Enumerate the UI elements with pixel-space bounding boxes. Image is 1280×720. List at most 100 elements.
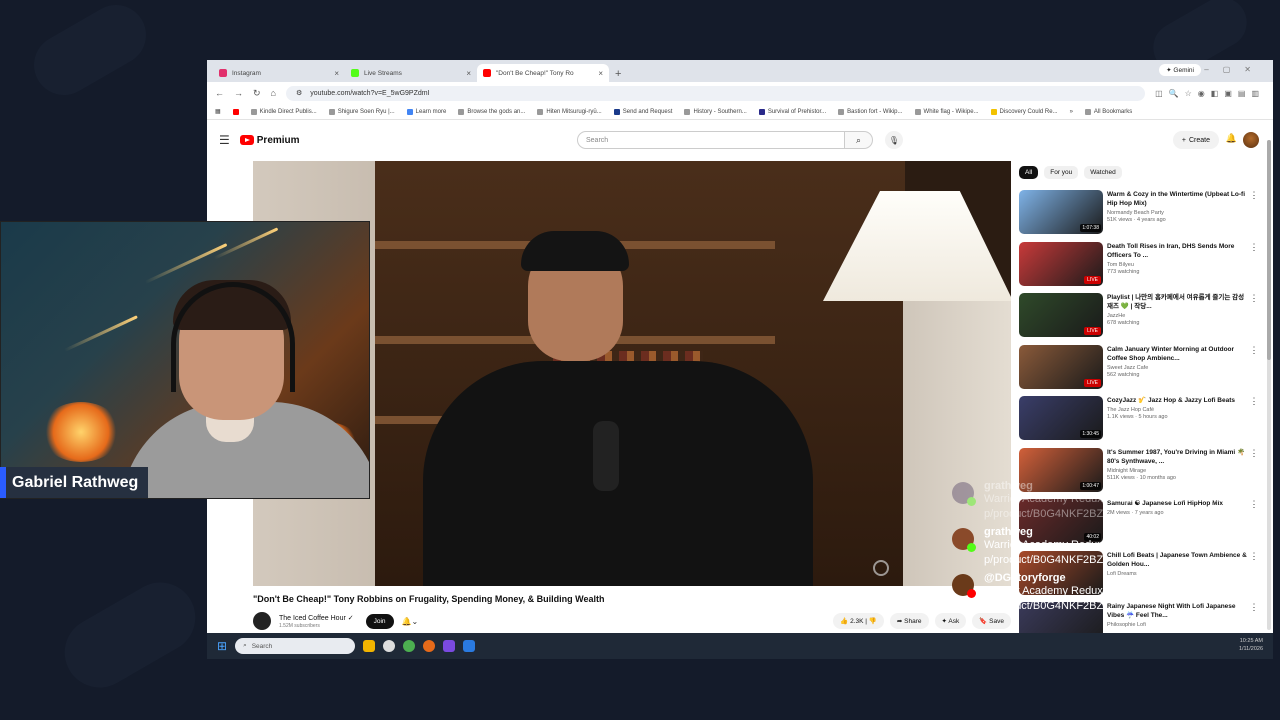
save-label: Save	[989, 618, 1004, 625]
bookmark-item[interactable]: History - Southern...	[684, 108, 747, 115]
home-icon[interactable]: ⌂	[271, 88, 276, 98]
recommendation-item[interactable]: LIVE Death Toll Rises in Iran, DHS Sends…	[1019, 241, 1259, 288]
chat-text: Warrior Academy Redux - https://www.amaz…	[984, 585, 1245, 612]
channel-avatar[interactable]	[253, 612, 271, 630]
new-tab-button[interactable]: +	[609, 68, 627, 82]
windows-start-icon[interactable]: ⊞	[217, 639, 227, 653]
wikipedia-icon	[838, 108, 845, 115]
bookmark-item[interactable]: White flag - Wikipe...	[914, 108, 979, 115]
tab-youtube-video[interactable]: "Don't Be Cheap!" Tony Ro ×	[477, 64, 609, 82]
chatgpt-icon[interactable]	[383, 640, 396, 652]
like-button[interactable]: 👍 2.3K | 👎	[833, 613, 884, 629]
recommendation-meta: CozyJazz 🎷 Jazz Hop & Jazzy Lofi Beats T…	[1107, 396, 1249, 442]
account-avatar[interactable]	[1243, 132, 1259, 148]
recommendation-item[interactable]: LIVE Calm January Winter Morning at Outd…	[1019, 344, 1259, 391]
recommendation-item[interactable]: 1:30:45 CozyJazz 🎷 Jazz Hop & Jazzy Lofi…	[1019, 396, 1259, 442]
site-info-icon[interactable]: ⚙	[296, 89, 302, 97]
notifications-bell-icon[interactable]: 🔔	[1226, 133, 1237, 144]
chat-username: grathweg	[984, 480, 1033, 492]
bookmark-item[interactable]: Send and Request	[613, 108, 672, 115]
video-thumbnail[interactable]: 1:07:38	[1019, 190, 1103, 234]
file-explorer-icon[interactable]	[363, 640, 376, 652]
youtube-play-icon	[239, 135, 254, 145]
url-field[interactable]: ⚙ youtube.com/watch?v=E_5wG9PZdmI	[285, 85, 1146, 101]
channel-info[interactable]: The Iced Coffee Hour ✓ 1.52M subscribers	[279, 614, 354, 629]
recommendation-meta: Death Toll Rises in Iran, DHS Sends More…	[1107, 242, 1249, 288]
bookmark-item[interactable]: Discovery Could Re...	[990, 108, 1058, 115]
bookmark-label: Survival of Prehistor...	[767, 108, 827, 115]
recommendation-title: CozyJazz 🎷 Jazz Hop & Jazzy Lofi Beats	[1107, 397, 1236, 404]
recommendation-title: Calm January Winter Morning at Outdoor C…	[1107, 345, 1235, 362]
chip-all[interactable]: All	[1019, 166, 1039, 179]
all-bookmarks[interactable]: All Bookmarks	[1084, 108, 1132, 115]
firefox-icon[interactable]	[423, 640, 436, 652]
extension-icons[interactable]: ◫🔍☆◉◧▣▤▥	[1155, 89, 1265, 98]
bookmark-label: Shigure Soen Ryu |...	[337, 108, 395, 115]
bookmark-item[interactable]: Browse the gods an...	[458, 108, 525, 115]
word-icon[interactable]	[463, 640, 476, 652]
more-options-icon[interactable]: ⋮	[1249, 345, 1259, 391]
close-icon[interactable]: ×	[334, 69, 339, 78]
share-button[interactable]: ➦ Share	[889, 613, 929, 629]
tab-instagram[interactable]: Instagram ×	[213, 64, 345, 82]
platform-badge-icon	[967, 497, 976, 506]
recommendation-title: Death Toll Rises in Iran, DHS Sends More…	[1107, 242, 1235, 259]
youtube-logo[interactable]: Premium	[239, 135, 300, 146]
more-options-icon[interactable]: ⋮	[1249, 242, 1259, 288]
scrollbar-thumb[interactable]	[1267, 140, 1271, 360]
recommendation-item[interactable]: LIVE Playlist | 나만의 홈카페에서 여유롭게 즐기는 감성 재즈…	[1019, 293, 1259, 339]
video-thumbnail[interactable]: LIVE	[1019, 293, 1103, 337]
subscribe-bell-icon[interactable]: 🔔⌄	[402, 617, 419, 626]
chip-for-you[interactable]: For you	[1044, 166, 1079, 179]
subscriber-count: 1.52M subscribers	[279, 622, 320, 629]
video-thumbnail[interactable]: LIVE	[1019, 344, 1103, 389]
chrome-icon[interactable]	[403, 640, 416, 652]
bookmark-item[interactable]: Kindle Direct Publis...	[250, 108, 317, 115]
close-icon[interactable]: ×	[598, 69, 603, 78]
bookmark-label: Learn more	[415, 108, 447, 115]
recommendation-item[interactable]: 1:07:38 Warm & Cozy in the Wintertime (U…	[1019, 190, 1259, 236]
duration-badge: 1:30:45	[1080, 430, 1101, 438]
bookmark-item[interactable]: Bastion fort - Wikip...	[838, 108, 903, 115]
bookmark-youtube[interactable]	[232, 108, 239, 115]
search-button[interactable]: ⌕	[845, 131, 873, 149]
back-icon[interactable]: ←	[215, 88, 224, 98]
more-options-icon[interactable]: ⋮	[1249, 190, 1259, 236]
chat-username: @DGstoryforge	[984, 572, 1066, 584]
window-controls[interactable]: –▢✕	[1204, 65, 1265, 74]
search-input[interactable]: Search	[577, 131, 845, 149]
voice-search-button[interactable]: 🎙	[885, 131, 903, 149]
tab-live-streams[interactable]: Live Streams ×	[345, 64, 477, 82]
forward-icon[interactable]: →	[234, 88, 243, 98]
bookmark-item[interactable]: Learn more	[406, 108, 447, 115]
more-options-icon[interactable]: ⋮	[1249, 396, 1259, 442]
join-button[interactable]: Join	[365, 613, 394, 629]
search-icon: ⌕	[855, 134, 862, 145]
bookmark-label: Hiten Mitsurugi-ryū...	[546, 108, 602, 115]
bookmark-item[interactable]: Survival of Prehistor...	[758, 108, 827, 115]
filter-chips: All For you Watched	[1019, 166, 1122, 179]
system-clock[interactable]: 10:25 AM 1/11/2026	[1239, 637, 1263, 653]
apps-icon[interactable]: ▦	[215, 108, 221, 115]
app-icon[interactable]	[443, 640, 456, 652]
close-icon[interactable]: ×	[466, 69, 471, 78]
hamburger-menu-icon[interactable]: ☰	[219, 133, 230, 147]
create-button[interactable]: + Create	[1172, 131, 1219, 149]
taskbar-search[interactable]: ⌕ Search	[235, 638, 356, 654]
video-thumbnail[interactable]: 1:30:45	[1019, 396, 1103, 440]
chat-text: Warrior Academy Redux - https://www.amaz…	[984, 539, 1245, 566]
video-thumbnail[interactable]: LIVE	[1019, 241, 1103, 286]
bookmark-item[interactable]: Shigure Soen Ryu |...	[328, 108, 395, 115]
chat-overlay: grathweg Warrior Academy Redux - https:/…	[950, 480, 1270, 618]
recommendation-stats: 51K views · 4 years ago	[1107, 217, 1166, 223]
paypal-icon	[613, 108, 620, 115]
chip-watched[interactable]: Watched	[1084, 166, 1122, 179]
reload-icon[interactable]: ↻	[253, 88, 261, 99]
more-options-icon[interactable]: ⋮	[1249, 293, 1259, 339]
gemini-button[interactable]: ✦ Gemini	[1159, 64, 1201, 76]
recommendation-stats: 773 watching	[1107, 268, 1140, 275]
bookmark-label: Discovery Could Re...	[999, 108, 1058, 115]
platform-badge-icon	[967, 543, 976, 552]
chevron-right-icon[interactable]: »	[1070, 109, 1073, 115]
bookmark-item[interactable]: Hiten Mitsurugi-ryū...	[537, 108, 602, 115]
